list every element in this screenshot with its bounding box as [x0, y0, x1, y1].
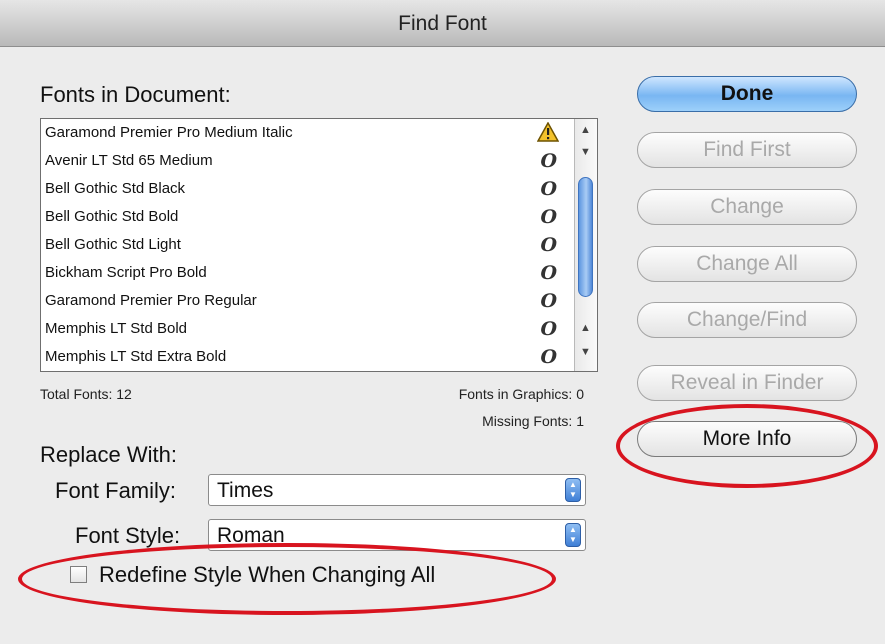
font-style-popup[interactable]: Roman ▲ ▼ [208, 519, 586, 551]
opentype-icon: O [540, 178, 557, 200]
warning-icon [537, 122, 559, 142]
font-list[interactable]: Garamond Premier Pro Medium Italic Avenir… [40, 118, 598, 372]
font-list-row[interactable]: Garamond Premier Pro Regular O [41, 287, 561, 315]
font-name: Memphis LT Std Extra Bold [45, 348, 227, 365]
opentype-icon: O [540, 262, 557, 284]
total-fonts-count: Total Fonts: 12 [40, 386, 132, 402]
font-list-row[interactable]: Bell Gothic Std Black O [41, 175, 561, 203]
change-all-button[interactable]: Change All [637, 246, 857, 282]
done-button[interactable]: Done [637, 76, 857, 112]
window-title: Find Font [398, 12, 487, 35]
scroll-up-arrow-icon[interactable]: ▲ [575, 317, 596, 339]
scroll-down-arrow-icon[interactable]: ▼ [575, 141, 596, 163]
change-button[interactable]: Change [637, 189, 857, 225]
font-family-label: Font Family: [55, 478, 177, 503]
font-list-row[interactable]: Garamond Premier Pro Medium Italic [41, 119, 561, 147]
font-family-value: Times [217, 479, 274, 502]
more-info-button[interactable]: More Info [637, 421, 857, 457]
font-name: Memphis LT Std Bold [45, 320, 188, 337]
redefine-style-checkbox[interactable] [70, 566, 87, 583]
opentype-icon: O [540, 318, 557, 340]
opentype-icon: O [540, 290, 557, 312]
font-name: Bell Gothic Std Light [45, 236, 181, 253]
scroll-down-arrow-icon[interactable]: ▼ [575, 341, 596, 363]
font-name: Garamond Premier Pro Regular [45, 292, 257, 309]
reveal-in-finder-button[interactable]: Reveal in Finder [637, 365, 857, 401]
opentype-icon: O [540, 346, 557, 368]
font-style-value: Roman [217, 524, 285, 547]
scroll-thumb[interactable] [578, 177, 593, 297]
font-list-row[interactable]: Bell Gothic Std Bold O [41, 203, 561, 231]
redefine-style-label[interactable]: Redefine Style When Changing All [99, 562, 435, 588]
font-name: Garamond Premier Pro Medium Italic [45, 124, 293, 141]
scroll-up-arrow-icon[interactable]: ▲ [575, 119, 596, 141]
font-list-row[interactable]: Memphis LT Std Extra Bold O [41, 343, 561, 371]
opentype-icon: O [540, 234, 557, 256]
font-family-popup[interactable]: Times ▲ ▼ [208, 474, 586, 506]
font-name: Bell Gothic Std Bold [45, 208, 179, 225]
font-list-scrollbar[interactable]: ▲ ▼ ▲ ▼ [574, 119, 597, 371]
font-name: Avenir LT Std 65 Medium [45, 152, 213, 169]
font-name: Bell Gothic Std Black [45, 180, 186, 197]
replace-with-heading: Replace With: [40, 442, 177, 467]
font-list-row[interactable]: Memphis LT Std Bold O [41, 315, 561, 343]
find-first-button[interactable]: Find First [637, 132, 857, 168]
font-list-row[interactable]: Avenir LT Std 65 Medium O [41, 147, 561, 175]
opentype-icon: O [540, 206, 557, 228]
opentype-icon: O [540, 150, 557, 172]
font-name: Bickham Script Pro Bold [45, 264, 207, 281]
title-bar: Find Font [0, 0, 885, 47]
change-find-button[interactable]: Change/Find [637, 302, 857, 338]
fonts-in-graphics-count: Fonts in Graphics: 0 [458, 386, 584, 402]
font-list-row[interactable]: Bell Gothic Std Light O [41, 231, 561, 259]
fonts-in-document-heading: Fonts in Document: [40, 82, 231, 107]
font-list-row[interactable]: Bickham Script Pro Bold O [41, 259, 561, 287]
font-style-label: Font Style: [75, 523, 181, 548]
popup-arrows-icon: ▲ ▼ [565, 478, 581, 502]
popup-arrows-icon: ▲ ▼ [565, 523, 581, 547]
missing-fonts-count: Missing Fonts: 1 [482, 413, 584, 429]
